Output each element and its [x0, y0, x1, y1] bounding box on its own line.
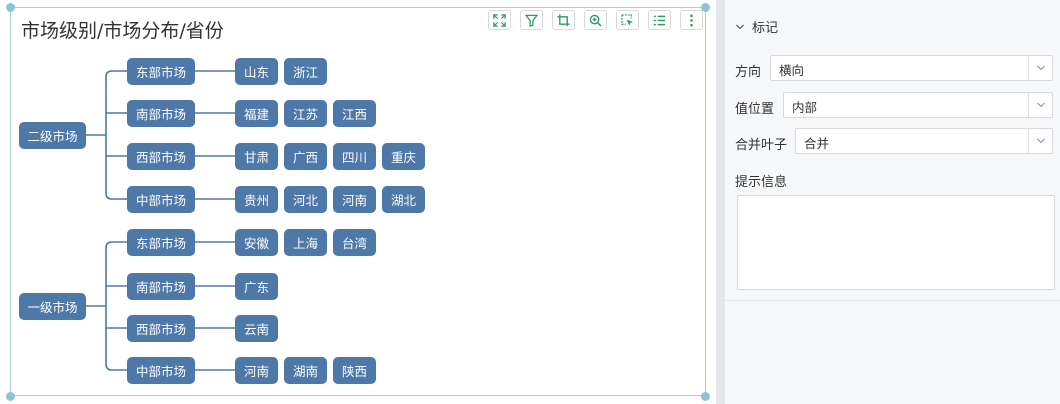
direction-label: 方向	[735, 65, 762, 80]
tree-leaf-node[interactable]: 湖北	[382, 185, 425, 213]
merge-leaves-select[interactable]: 合并	[795, 128, 1053, 154]
tree-leaf-node[interactable]: 河南	[333, 185, 376, 213]
mark-section-header[interactable]: 标记	[735, 17, 778, 36]
tree-leaf-node[interactable]: 河南	[235, 356, 278, 384]
dropdown-arrow	[1028, 93, 1052, 117]
tree-leaf-node[interactable]: 上海	[284, 228, 327, 256]
tree-leaf-node[interactable]: 重庆	[382, 142, 425, 170]
tree-branch-node[interactable]: 西部市场	[127, 314, 195, 342]
resize-handle[interactable]	[6, 392, 15, 401]
tree-leaf-node[interactable]: 广东	[235, 272, 278, 300]
tree-branch-node[interactable]: 南部市场	[127, 272, 195, 300]
tree-leaf-node[interactable]: 广西	[284, 142, 327, 170]
tree-leaf-node[interactable]: 贵州	[235, 185, 278, 213]
tree-leaf-node[interactable]: 甘肃	[235, 142, 278, 170]
merge-leaves-label: 合并叶子	[735, 138, 788, 153]
direction-value: 横向	[779, 63, 805, 78]
dropdown-arrow	[1028, 56, 1052, 80]
tree-leaf-node[interactable]: 安徽	[235, 228, 278, 256]
mark-section-title: 标记	[752, 21, 779, 36]
tree-leaf-node[interactable]: 云南	[235, 314, 278, 342]
tree-branch-node[interactable]: 南部市场	[127, 99, 195, 127]
tree-leaf-node[interactable]: 山东	[235, 57, 278, 85]
direction-select[interactable]: 横向	[770, 55, 1053, 81]
value-position-value: 内部	[792, 100, 818, 115]
chevron-down-icon	[1036, 138, 1045, 144]
resize-handle[interactable]	[701, 392, 710, 401]
tree-link	[105, 241, 127, 371]
tooltip-label: 提示信息	[735, 175, 788, 190]
chart-widget[interactable]: 市场级别/市场分布/省份 二级市场 东部市场 山东 浙江 南部市场 福建 江苏 …	[10, 7, 706, 396]
tooltip-textarea[interactable]	[737, 195, 1055, 290]
tree-leaf-node[interactable]: 江苏	[284, 99, 327, 127]
tree-leaf-node[interactable]: 四川	[333, 142, 376, 170]
tree-leaf-node[interactable]: 江西	[333, 99, 376, 127]
tree-leaf-node[interactable]: 浙江	[284, 57, 327, 85]
tree-branch-node[interactable]: 东部市场	[127, 57, 195, 85]
tree-leaf-node[interactable]: 河北	[284, 185, 327, 213]
chevron-down-icon	[1036, 65, 1045, 71]
property-panel: 标记 方向 横向 值位置 内部 合并叶子 合并 提示信息	[725, 0, 1060, 404]
resize-handle[interactable]	[6, 3, 15, 12]
value-position-label: 值位置	[735, 102, 775, 117]
tree-leaf-node[interactable]: 福建	[235, 99, 278, 127]
tree-branch-node[interactable]: 东部市场	[127, 228, 195, 256]
mark-section: 标记 方向 横向 值位置 内部 合并叶子 合并 提示信息	[725, 8, 1060, 301]
canvas-area: 市场级别/市场分布/省份 二级市场 东部市场 山东 浙江 南部市场 福建 江苏 …	[0, 0, 716, 404]
chevron-down-icon	[736, 24, 744, 29]
tree-branch-node[interactable]: 中部市场	[127, 185, 195, 213]
merge-leaves-value: 合并	[804, 136, 830, 151]
tree-leaf-node[interactable]: 台湾	[333, 228, 376, 256]
tree-root-node[interactable]: 二级市场	[19, 121, 86, 149]
chevron-down-icon	[1036, 102, 1045, 108]
tree-leaf-node[interactable]: 陕西	[333, 356, 376, 384]
resize-handle[interactable]	[701, 3, 710, 12]
tree-leaf-node[interactable]: 湖南	[284, 356, 327, 384]
tree-root-node[interactable]: 一级市场	[19, 292, 86, 320]
tree-branch-node[interactable]: 西部市场	[127, 142, 195, 170]
dropdown-arrow	[1028, 129, 1052, 153]
tree-link	[105, 70, 127, 200]
panel-divider[interactable]	[716, 0, 725, 404]
value-position-select[interactable]: 内部	[783, 92, 1053, 118]
tree-branch-node[interactable]: 中部市场	[127, 356, 195, 384]
